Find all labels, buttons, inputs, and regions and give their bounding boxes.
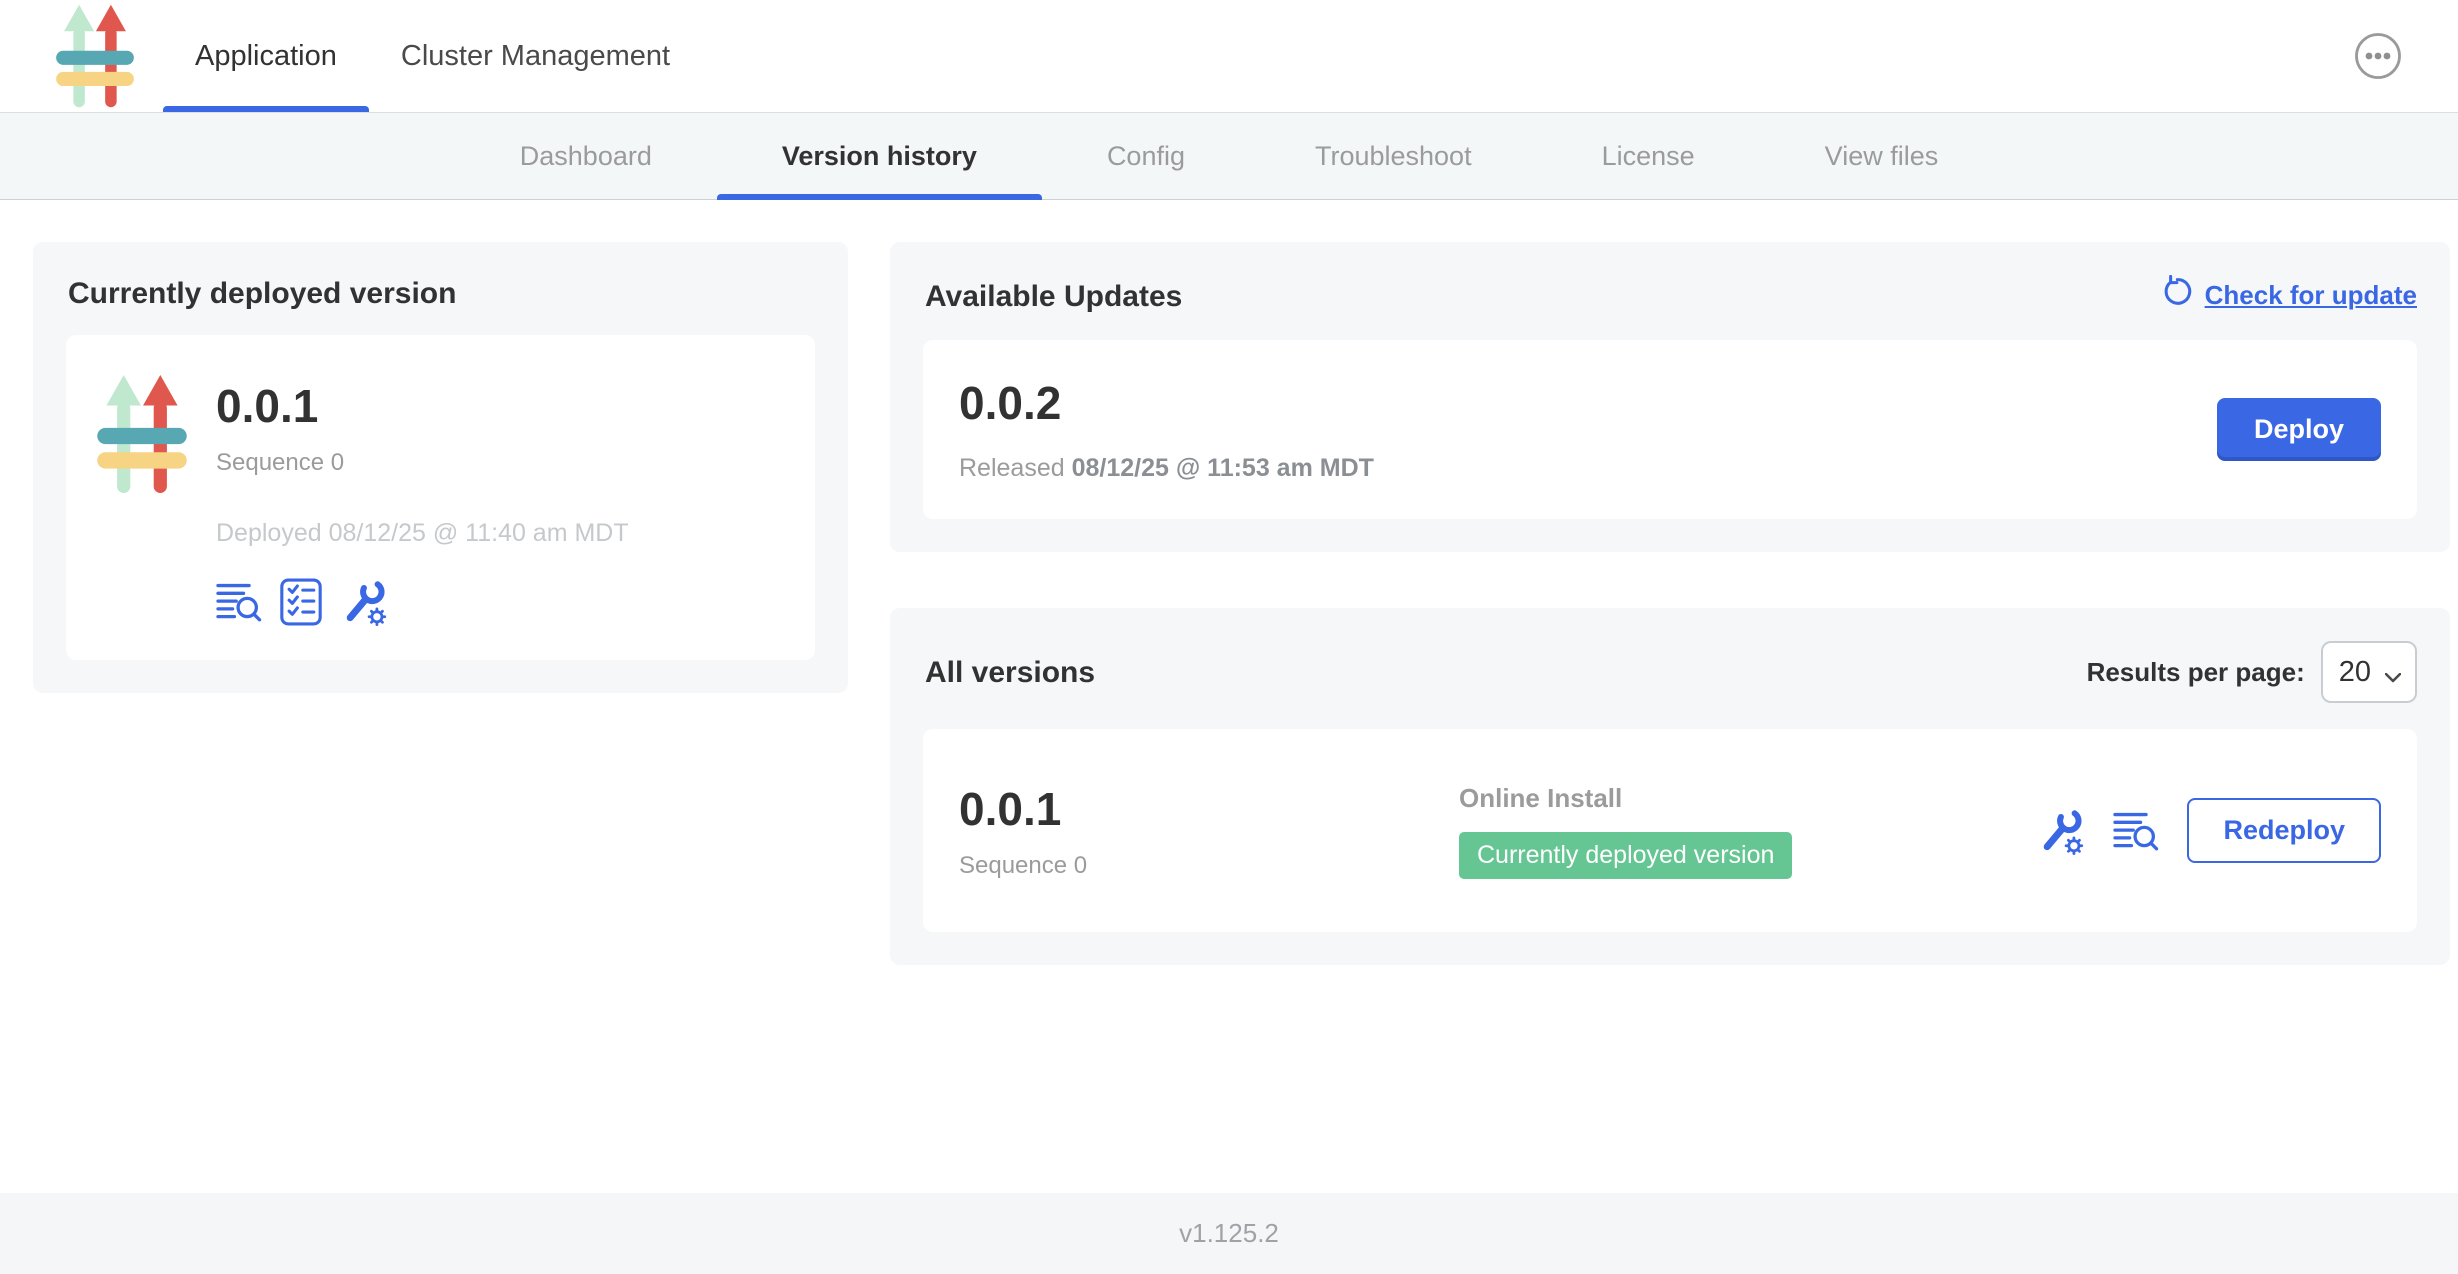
tab-dashboard[interactable]: Dashboard <box>455 113 717 199</box>
top-tab-cluster-management[interactable]: Cluster Management <box>369 0 702 112</box>
tab-troubleshoot[interactable]: Troubleshoot <box>1250 113 1537 199</box>
check-for-update-label: Check for update <box>2205 280 2417 311</box>
tab-view-files[interactable]: View files <box>1760 113 2004 199</box>
tab-license[interactable]: License <box>1537 113 1760 199</box>
deployed-timestamp: Deployed 08/12/25 @ 11:40 am MDT <box>216 519 629 548</box>
config-wrench-icon[interactable] <box>340 578 388 626</box>
all-versions-title: All versions <box>925 656 1095 690</box>
currently-deployed-panel: Currently deployed version 0.0.1 Sequenc… <box>33 242 848 693</box>
tab-label: Dashboard <box>520 141 652 172</box>
version-history-page: Currently deployed version 0.0.1 Sequenc… <box>0 200 2458 1193</box>
currently-deployed-card: 0.0.1 Sequence 0 Deployed 08/12/25 @ 11:… <box>66 335 815 660</box>
top-tab-label: Cluster Management <box>401 40 670 73</box>
currently-deployed-title: Currently deployed version <box>68 277 815 311</box>
row-version-number: 0.0.1 <box>959 782 1459 836</box>
logs-icon[interactable] <box>216 581 262 623</box>
ellipsis-menu-icon <box>2353 69 2403 84</box>
tab-version-history[interactable]: Version history <box>717 113 1042 199</box>
results-per-page-label: Results per page: <box>2087 657 2305 688</box>
app-sub-nav: Dashboard Version history Config Trouble… <box>0 113 2458 200</box>
available-updates-panel: Available Updates Check for update 0.0.2… <box>890 242 2450 552</box>
results-per-page-select[interactable]: 20 <box>2321 641 2417 703</box>
released-label: Released <box>959 454 1065 482</box>
tab-label: View files <box>1825 141 1939 172</box>
available-update-card: 0.0.2 Released 08/12/25 @ 11:53 am MDT D… <box>923 340 2417 519</box>
deployed-version-number: 0.0.1 <box>216 379 629 433</box>
redeploy-button[interactable]: Redeploy <box>2187 798 2381 863</box>
row-sequence: Sequence 0 <box>959 852 1459 880</box>
results-per-page-value: 20 <box>2339 656 2371 689</box>
chevron-down-icon <box>2385 658 2401 691</box>
console-footer: v1.125.2 <box>0 1193 2458 1274</box>
top-tab-application[interactable]: Application <box>163 0 369 112</box>
top-nav: Application Cluster Management <box>0 0 2458 113</box>
install-type-label: Online Install <box>1459 783 2037 814</box>
released-date: 08/12/25 @ 11:53 am MDT <box>1072 454 1374 482</box>
deployed-sequence: Sequence 0 <box>216 449 629 477</box>
console-version: v1.125.2 <box>1179 1218 1279 1249</box>
preflight-checklist-icon[interactable] <box>280 578 322 626</box>
top-tab-label: Application <box>195 40 337 73</box>
overflow-menu-button[interactable] <box>2353 31 2403 81</box>
update-released-line: Released 08/12/25 @ 11:53 am MDT <box>959 454 1374 483</box>
tab-label: License <box>1602 141 1695 172</box>
tab-config[interactable]: Config <box>1042 113 1250 199</box>
logs-icon[interactable] <box>2113 810 2159 852</box>
deploy-button[interactable]: Deploy <box>2217 398 2381 461</box>
available-updates-title: Available Updates <box>925 280 1182 314</box>
refresh-icon <box>2159 275 2193 316</box>
tab-label: Troubleshoot <box>1315 141 1472 172</box>
check-for-update-link[interactable]: Check for update <box>2159 275 2417 316</box>
status-badge: Currently deployed version <box>1459 832 1792 879</box>
version-row: 0.0.1 Sequence 0 Online Install Currentl… <box>923 729 2417 932</box>
tab-label: Config <box>1107 141 1185 172</box>
tab-label: Version history <box>782 141 977 172</box>
app-logo-icon <box>96 373 188 495</box>
config-wrench-icon[interactable] <box>2037 807 2085 855</box>
app-logo-icon <box>55 8 135 104</box>
update-version-number: 0.0.2 <box>959 376 1374 430</box>
all-versions-panel: All versions Results per page: 20 0.0.1 … <box>890 608 2450 965</box>
